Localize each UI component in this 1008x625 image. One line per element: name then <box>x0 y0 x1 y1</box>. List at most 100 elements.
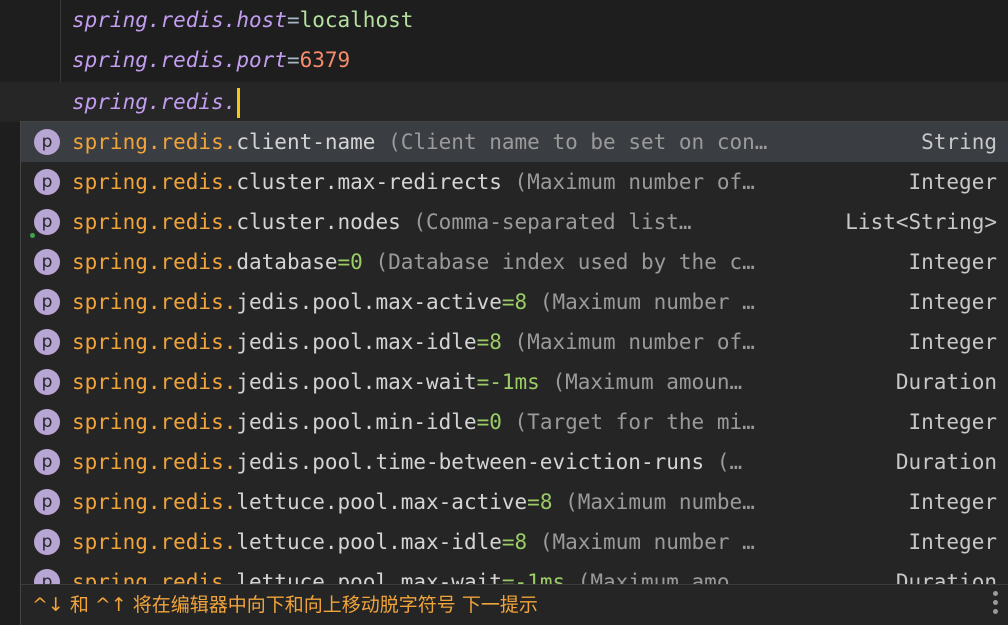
suggest-item-label: spring.redis.lettuce.pool.max-active=8 (… <box>72 482 859 522</box>
property-icon: p <box>34 329 60 355</box>
suggest-item-name: lettuce.pool.max-active <box>236 490 528 514</box>
equals-sign: = <box>286 8 300 32</box>
suggest-item-label: spring.redis.jedis.pool.time-between-evi… <box>72 442 859 482</box>
property-value: 6379 <box>299 48 351 72</box>
suggest-status-bar: ^↓ 和 ^↑ 将在编辑器中向下和向上移动脱字符号 下一提示 <box>21 584 1008 625</box>
suggest-item-type: Integer <box>908 290 997 314</box>
suggest-item-name: cluster.max-redirects <box>236 170 502 194</box>
suggest-item-name: lettuce.pool.max-idle <box>236 530 502 554</box>
suggest-item-name: cluster.nodes <box>236 210 401 234</box>
suggest-item-label: spring.redis.client-name (Client name to… <box>72 122 859 162</box>
suggest-item-type: String <box>921 130 997 154</box>
suggest-item[interactable]: p spring.redis.jedis.pool.max-wait=-1ms (… <box>21 362 1008 402</box>
suggest-item-type: List<String> <box>845 210 997 234</box>
property-icon: p <box>34 129 60 155</box>
property-icon: p <box>34 409 60 435</box>
suggest-item-description: (Comma-separated list… <box>400 210 692 234</box>
property-icon: p <box>34 489 60 515</box>
property-key: spring.redis. <box>72 90 237 114</box>
suggest-item[interactable]: p spring.redis.jedis.pool.time-between-ev… <box>21 442 1008 482</box>
suggest-item-prefix: spring.redis. <box>72 370 237 394</box>
suggest-item-label: spring.redis.lettuce.pool.max-idle=8 (Ma… <box>72 522 859 562</box>
property-icon: p <box>34 249 60 275</box>
suggest-item-prefix: spring.redis. <box>72 130 237 154</box>
suggest-item-description: (Maximum numbe… <box>552 490 755 514</box>
suggest-item-prefix: spring.redis. <box>72 450 237 474</box>
suggest-item-name: lettuce.pool.max-wait <box>236 570 502 584</box>
suggest-item-prefix: spring.redis. <box>72 290 237 314</box>
suggest-item-description: (… <box>704 450 743 474</box>
suggest-item-label: spring.redis.cluster.nodes (Comma-separa… <box>72 202 859 242</box>
suggest-item-description: (Client name to be set on con… <box>375 130 768 154</box>
property-icon: p <box>34 289 60 315</box>
suggest-item-label: spring.redis.lettuce.pool.max-wait=-1ms … <box>72 562 859 584</box>
suggest-item-description: (Maximum number of… <box>501 170 755 194</box>
suggest-item-description: (Maximum number … <box>527 530 755 554</box>
suggest-item-name: jedis.pool.max-idle <box>236 330 477 354</box>
suggest-item-prefix: spring.redis. <box>72 570 237 584</box>
suggest-item-type: Integer <box>908 250 997 274</box>
suggest-item-description: (Maximum amoun… <box>539 370 743 394</box>
suggest-item-type: Integer <box>908 530 997 554</box>
suggest-item-type: Integer <box>908 170 997 194</box>
suggest-widget[interactable]: p spring.redis.client-name (Client name t… <box>20 121 1008 625</box>
suggest-item-type: Duration <box>895 450 997 474</box>
property-value: localhost <box>299 8 414 32</box>
suggest-item-label: spring.redis.database=0 (Database index … <box>72 242 859 282</box>
suggest-item-default: =8 <box>476 330 502 354</box>
suggest-item-prefix: spring.redis. <box>72 330 237 354</box>
suggest-item[interactable]: p spring.redis.cluster.max-redirects (Max… <box>21 162 1008 202</box>
suggest-item-name: client-name <box>236 130 376 154</box>
code-line-3-current[interactable]: spring.redis. <box>0 82 1008 122</box>
suggest-item[interactable]: p spring.redis.client-name (Client name t… <box>21 122 1008 162</box>
suggest-item-type: Duration <box>895 570 997 584</box>
suggest-item-default: =8 <box>527 490 553 514</box>
property-icon: p <box>34 569 60 584</box>
suggest-item-description: (Maximum number of… <box>501 330 755 354</box>
property-icon: p <box>34 169 60 195</box>
property-key: spring.redis.port <box>72 48 287 72</box>
code-line-1[interactable]: spring.redis.host=localhost <box>0 0 1008 40</box>
more-options-icon[interactable] <box>993 591 999 619</box>
suggest-item-prefix: spring.redis. <box>72 250 237 274</box>
suggest-item-label: spring.redis.jedis.pool.min-idle=0 (Targ… <box>72 402 859 442</box>
suggest-item-type: Integer <box>908 490 997 514</box>
code-line-2[interactable]: spring.redis.port=6379 <box>0 40 1008 80</box>
property-key: spring.redis.host <box>72 8 287 32</box>
suggest-item-label: spring.redis.cluster.max-redirects (Maxi… <box>72 162 859 202</box>
equals-sign: = <box>286 48 300 72</box>
property-icon: p <box>34 449 60 475</box>
suggest-item-prefix: spring.redis. <box>72 410 237 434</box>
suggest-item[interactable]: p spring.redis.jedis.pool.max-active=8 (M… <box>21 282 1008 322</box>
suggest-item-type: Integer <box>908 330 997 354</box>
suggest-item-description: (Target for the mi… <box>501 410 755 434</box>
suggest-item-name: jedis.pool.min-idle <box>236 410 477 434</box>
suggest-item[interactable]: p spring.redis.jedis.pool.max-idle=8 (Max… <box>21 322 1008 362</box>
suggest-list[interactable]: p spring.redis.client-name (Client name t… <box>21 122 1008 584</box>
suggest-item-description: (Database index used by the c… <box>362 250 755 274</box>
suggest-item-label: spring.redis.jedis.pool.max-active=8 (Ma… <box>72 282 859 322</box>
suggest-item-prefix: spring.redis. <box>72 530 237 554</box>
suggest-item[interactable]: p spring.redis.lettuce.pool.max-wait=-1ms… <box>21 562 1008 584</box>
suggest-item-default: =-1ms <box>476 370 540 394</box>
code-editor[interactable]: spring.redis.host=localhost spring.redis… <box>0 0 1008 625</box>
suggest-item-default: =8 <box>501 530 528 554</box>
suggest-item-prefix: spring.redis. <box>72 490 237 514</box>
suggest-item[interactable]: p spring.redis.lettuce.pool.max-idle=8 (M… <box>21 522 1008 562</box>
suggest-item-default: =0 <box>337 250 363 274</box>
suggest-item-name: jedis.pool.max-wait <box>236 370 477 394</box>
suggest-item-description: (Maximum amo… <box>565 570 743 584</box>
suggest-item-name: database <box>236 250 338 274</box>
suggest-item-name: jedis.pool.max-active <box>236 290 502 314</box>
suggest-item-default: =0 <box>476 410 502 434</box>
suggest-item-name: jedis.pool.time-between-eviction-runs <box>236 450 705 474</box>
suggest-item-description: (Maximum number … <box>527 290 755 314</box>
suggest-item-default: =-1ms <box>501 570 566 584</box>
suggest-item[interactable]: p spring.redis.lettuce.pool.max-active=8 … <box>21 482 1008 522</box>
suggest-item-label: spring.redis.jedis.pool.max-wait=-1ms (M… <box>72 362 859 402</box>
suggest-item-prefix: spring.redis. <box>72 170 237 194</box>
suggest-item-default: =8 <box>501 290 528 314</box>
suggest-item[interactable]: p spring.redis.cluster.nodes (Comma-separ… <box>21 202 1008 242</box>
suggest-item[interactable]: p spring.redis.database=0 (Database index… <box>21 242 1008 282</box>
suggest-item[interactable]: p spring.redis.jedis.pool.min-idle=0 (Tar… <box>21 402 1008 442</box>
